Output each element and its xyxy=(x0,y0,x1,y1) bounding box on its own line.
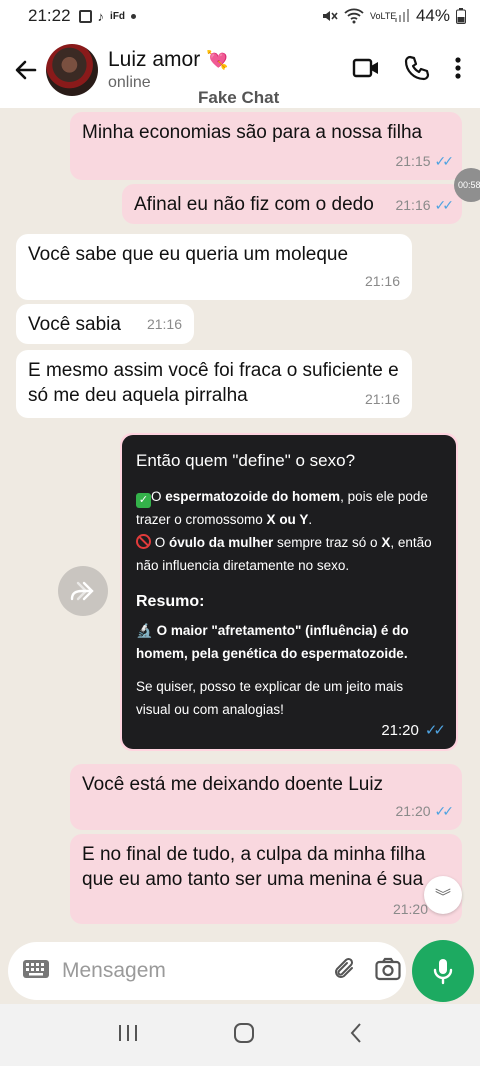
contact-avatar[interactable] xyxy=(46,44,98,96)
arrow-left-icon xyxy=(15,60,37,80)
card-footer: Se quiser, posso te explicar de um jeito… xyxy=(136,679,404,717)
gallery-icon xyxy=(78,9,92,23)
message-text: Você está me deixando doente Luiz xyxy=(82,774,384,795)
message-time: 21:20 xyxy=(395,803,431,819)
forward-icon xyxy=(70,581,94,601)
mute-icon xyxy=(322,11,338,21)
camera-button[interactable] xyxy=(375,957,401,986)
card-line-2: O óvulo da mulher sempre traz só o X, en… xyxy=(136,534,432,573)
recent-apps-button[interactable] xyxy=(117,1023,139,1048)
message-text: E mesmo assim você foi fraca o suficient… xyxy=(28,360,399,406)
composer-bar xyxy=(0,940,480,1004)
message-bubble[interactable]: Você sabe que eu queria um moleque 21:16 xyxy=(16,234,412,300)
keyboard-icon[interactable] xyxy=(22,959,50,984)
double-check-icon: ✓✓ xyxy=(434,803,455,819)
microscope-icon: 🔬 xyxy=(136,623,157,638)
card-title: Então quem "define" o sexo? xyxy=(136,451,356,470)
contact-name: Luiz amor xyxy=(108,48,201,71)
message-text: Minha economias são para a nossa filha xyxy=(82,122,423,143)
tiktok-icon: ♪ xyxy=(97,8,105,24)
message-time: 21:16 xyxy=(395,197,431,213)
home-button[interactable] xyxy=(233,1022,255,1049)
message-bubble[interactable]: Minha economias são para a nossa filha 2… xyxy=(70,112,462,180)
chevron-left-icon xyxy=(350,1022,361,1043)
message-text: Você sabe que eu queria um moleque xyxy=(28,244,349,265)
message-time: 21:15 xyxy=(395,153,431,169)
heart-emoji-icon: 💘 xyxy=(206,49,229,70)
message-bubble[interactable]: Afinal eu não fiz com o dedo 21:16 ✓✓ xyxy=(122,184,462,224)
message-time: 21:16 xyxy=(364,273,400,289)
message-bubble[interactable]: E mesmo assim você foi fraca o suficient… xyxy=(16,350,412,418)
video-camera-icon xyxy=(352,58,378,77)
contact-info[interactable]: Luiz amor 💘 online xyxy=(108,48,229,92)
message-composer xyxy=(8,942,406,1000)
message-bubble[interactable]: Você está me deixando doente Luiz 21:20 ✓… xyxy=(70,764,462,830)
back-nav-button[interactable] xyxy=(349,1022,363,1049)
status-bar: 21:22 ♪ iFd VoLTE 44% xyxy=(0,0,480,32)
microphone-icon xyxy=(433,959,453,985)
chat-area[interactable]: Minha economias são para a nossa filha 2… xyxy=(0,108,480,940)
chevron-double-down-icon: ︾ xyxy=(434,889,451,906)
recent-apps-icon xyxy=(119,1024,137,1041)
voice-call-button[interactable] xyxy=(404,55,430,86)
paperclip-icon xyxy=(335,957,354,978)
forward-button[interactable] xyxy=(58,566,108,616)
message-time: 21:16 xyxy=(146,316,182,332)
message-text: E no final de tudo, a culpa da minha fil… xyxy=(82,844,426,890)
side-timer-pill[interactable]: 00:58 xyxy=(454,168,480,202)
prohibited-icon xyxy=(136,534,151,549)
video-call-button[interactable] xyxy=(352,57,380,84)
double-check-icon: ✓✓ xyxy=(424,722,446,739)
voice-record-button[interactable] xyxy=(412,940,474,1002)
message-time: 21:20 xyxy=(392,901,428,917)
notification-dot-icon xyxy=(131,13,137,19)
scroll-to-bottom-button[interactable]: ︾ xyxy=(424,876,462,914)
check-mark-icon: ✓ xyxy=(136,493,151,508)
signal-icon xyxy=(394,9,409,22)
double-check-icon: ✓✓ xyxy=(434,197,455,213)
attach-button[interactable] xyxy=(333,956,357,987)
message-input[interactable] xyxy=(62,959,333,983)
card-summary-line: 🔬 O maior "afretamento" (influência) é d… xyxy=(136,623,409,661)
volte-icon: VoLTE xyxy=(369,10,397,21)
double-check-icon: ✓✓ xyxy=(434,153,455,169)
more-vertical-icon xyxy=(455,56,461,79)
ifood-icon: iFd xyxy=(110,10,126,22)
menu-button[interactable] xyxy=(454,56,462,85)
forwarded-image-message[interactable]: Então quem "define" o sexo? ✓ O espermato… xyxy=(120,433,458,751)
message-bubble[interactable]: E no final de tudo, a culpa da minha fil… xyxy=(70,834,462,924)
battery-label: 44% xyxy=(415,6,450,25)
fake-chat-watermark: Fake Chat xyxy=(198,88,280,107)
message-bubble[interactable]: Você sabia 21:16 xyxy=(16,304,194,344)
message-time: 21:16 xyxy=(364,391,400,407)
wifi-icon xyxy=(344,8,364,24)
card-line-1: ✓ O espermatozoide do homem, pois ele pod… xyxy=(136,489,428,527)
phone-icon xyxy=(404,55,430,80)
camera-icon xyxy=(375,957,401,980)
home-icon xyxy=(234,1022,254,1043)
message-time: 21:20 xyxy=(381,721,419,739)
back-button[interactable] xyxy=(6,50,46,90)
status-time: 21:22 xyxy=(28,6,71,25)
system-nav-bar xyxy=(0,1004,480,1066)
card-summary-title: Resumo: xyxy=(136,593,205,610)
battery-icon xyxy=(456,8,466,24)
